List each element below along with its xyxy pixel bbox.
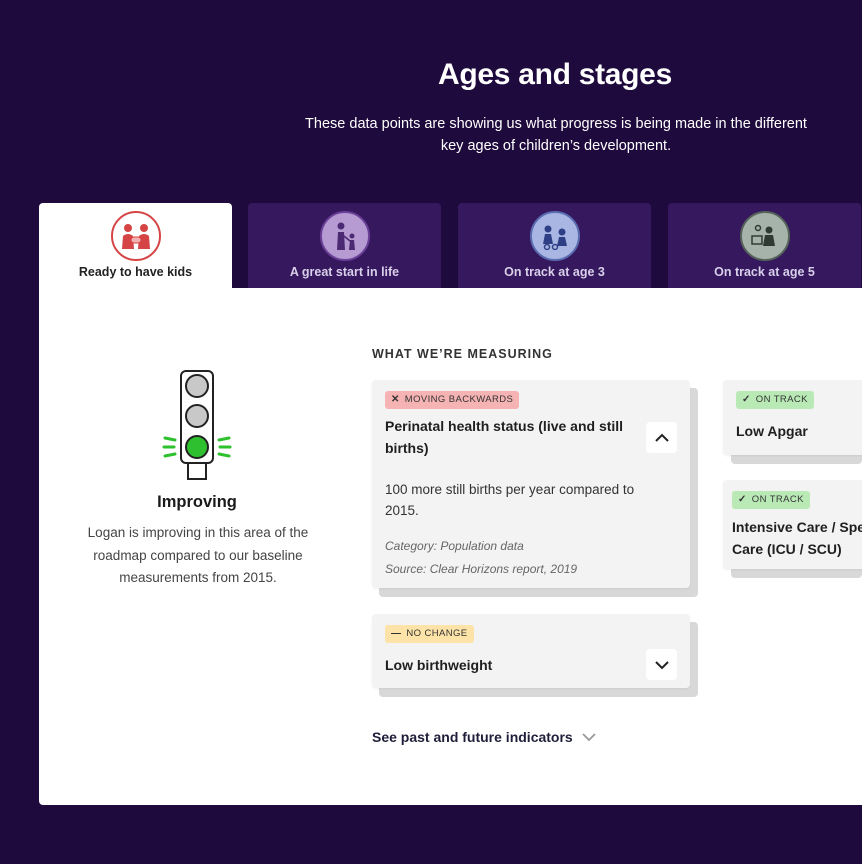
badge-label: ON TRACK — [755, 394, 808, 405]
parent-with-toddler-icon — [319, 211, 370, 261]
status-title: Improving — [157, 493, 237, 511]
card-title: Low birthweight — [385, 657, 493, 673]
indicator-card-intensive-care: ✓ ON TRACK Intensive Care / Special Care… — [723, 480, 862, 569]
tab-on-track-age-5[interactable]: On track at age 5 — [668, 203, 861, 289]
check-icon: ✓ — [738, 494, 747, 505]
traffic-light-green-icon — [162, 370, 232, 480]
tab-label: On track at age 5 — [714, 265, 815, 279]
see-past-future-indicators-link[interactable]: See past and future indicators — [372, 729, 597, 745]
card-body: 100 more still births per year compared … — [385, 482, 635, 518]
page-title: Ages and stages — [438, 58, 672, 91]
tab-label: On track at age 3 — [504, 265, 605, 279]
tab-label: Ready to have kids — [78, 265, 193, 279]
status-badge: ✓ ON TRACK — [732, 490, 810, 509]
parents-with-baby-icon — [110, 211, 161, 261]
status-badge: — NO CHANGE — [385, 624, 474, 643]
tab-label: A great start in life — [289, 265, 400, 279]
section-heading: WHAT WE’RE MEASURING — [372, 347, 553, 361]
status-indicator — [80, 368, 314, 488]
card-title: Low Apgar — [736, 423, 808, 439]
card-category: Category: Population data — [385, 539, 524, 553]
badge-label: NO CHANGE — [406, 628, 468, 639]
chevron-down-icon — [654, 660, 669, 669]
status-badge: ✓ ON TRACK — [736, 390, 814, 409]
badge-label: MOVING BACKWARDS — [404, 394, 514, 405]
tab-on-track-age-3[interactable]: On track at age 3 — [458, 203, 651, 289]
card-title: Intensive Care / Special Care (ICU / SCU… — [732, 519, 862, 557]
page-subtitle: These data points are showing us what pr… — [305, 116, 807, 154]
chevron-down-icon — [582, 733, 596, 742]
link-label: See past and future indicators — [372, 729, 573, 745]
collapse-button[interactable] — [646, 422, 677, 453]
indicator-card-low-birthweight: — NO CHANGE Low birthweight — [372, 614, 690, 688]
tab-ready-to-have-kids[interactable]: Ready to have kids — [39, 203, 232, 289]
indicator-card-perinatal: ✕ MOVING BACKWARDS Perinatal health stat… — [372, 380, 690, 588]
status-badge: ✕ MOVING BACKWARDS — [385, 390, 520, 409]
badge-label: ON TRACK — [751, 494, 804, 505]
tab-great-start-in-life[interactable]: A great start in life — [248, 203, 441, 289]
card-title: Perinatal health status (live and still … — [385, 418, 624, 456]
card-source: Source: Clear Horizons report, 2019 — [385, 562, 578, 576]
child-learning-icon — [739, 211, 790, 261]
indicator-card-low-apgar: ✓ ON TRACK Low Apgar — [723, 380, 862, 455]
chevron-up-icon — [654, 433, 669, 442]
expand-button[interactable] — [646, 649, 677, 680]
minus-icon: — — [391, 628, 402, 639]
status-description: Logan is improving in this area of the r… — [87, 525, 309, 585]
check-icon: ✓ — [742, 394, 751, 405]
kids-playing-icon — [529, 211, 580, 261]
cross-icon: ✕ — [391, 394, 400, 405]
